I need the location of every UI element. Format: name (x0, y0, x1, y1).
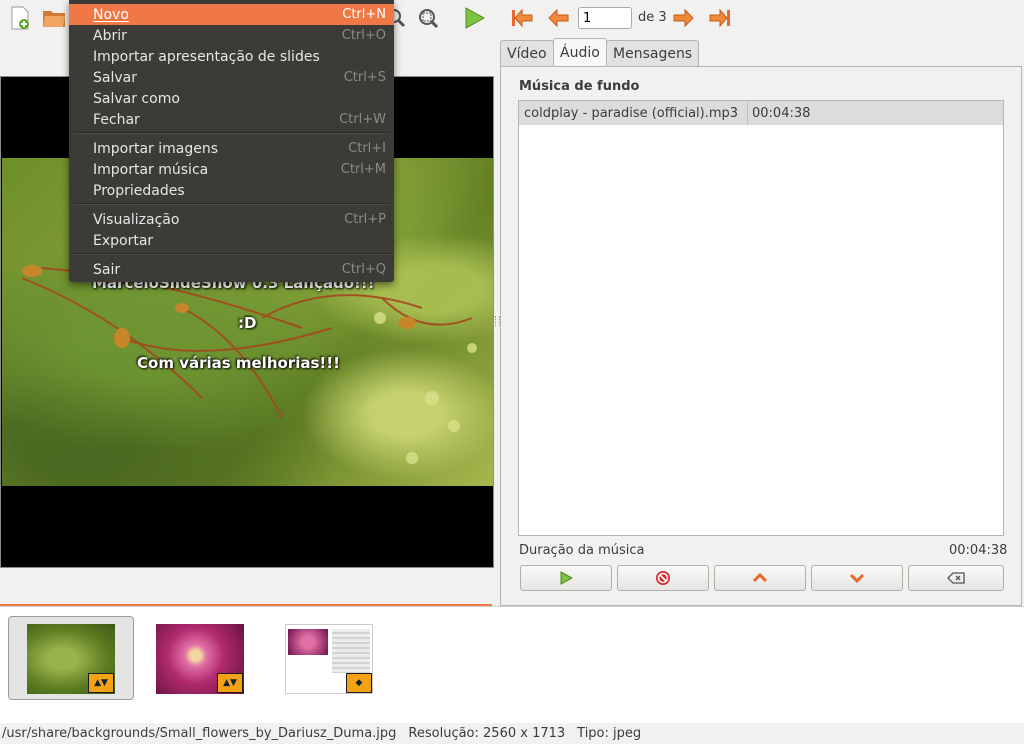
previous-slide-icon[interactable] (544, 4, 572, 32)
menu-item-preview[interactable]: Visualização Ctrl+P (69, 209, 394, 230)
slide-text-line-2: :D (238, 314, 257, 332)
last-slide-icon[interactable] (706, 4, 734, 32)
menu-label: Importar imagens (93, 140, 219, 157)
menu-label: Sair (93, 261, 121, 278)
tab-messages[interactable]: Mensagens (606, 40, 700, 66)
menu-item-novo[interactable]: Novo Ctrl+N (69, 4, 394, 25)
menu-accel: Ctrl+Q (341, 262, 386, 277)
transition-badge-icon: ▲▼ (88, 673, 114, 693)
menu-label: Importar apresentação de slides (93, 48, 320, 65)
music-list: coldplay - paradise (official).mp3 00:04… (518, 100, 1004, 536)
move-down-button[interactable] (811, 565, 903, 591)
chevron-up-icon (752, 572, 768, 583)
stop-music-button[interactable] (617, 565, 709, 591)
menu-item-fechar[interactable]: Fechar Ctrl+W (69, 109, 394, 130)
status-path: /usr/share/backgrounds/Small_flowers_by_… (2, 726, 397, 741)
track-duration: 00:04:38 (752, 105, 811, 121)
menu-accel: Ctrl+O (341, 28, 386, 43)
menu-accel: Ctrl+M (340, 162, 386, 177)
menu-item-properties[interactable]: Propriedades (69, 180, 394, 201)
menu-accel: Ctrl+I (348, 141, 386, 156)
play-music-button[interactable] (520, 565, 612, 591)
open-folder-icon[interactable] (40, 4, 68, 32)
new-file-icon[interactable] (6, 4, 34, 32)
menu-label: Propriedades (93, 182, 185, 199)
list-item[interactable]: coldplay - paradise (official).mp3 00:04… (519, 101, 1003, 125)
transition-badge-icon: ◆ (346, 673, 372, 693)
menu-label: Fechar (93, 111, 140, 128)
track-name: coldplay - paradise (official).mp3 (524, 105, 739, 121)
menu-item-salvar-como[interactable]: Salvar como (69, 88, 394, 109)
menu-item-export[interactable]: Exportar (69, 230, 394, 251)
status-type: Tipo: jpeg (577, 726, 642, 741)
column-divider (747, 101, 748, 125)
menu-label: Novo (93, 6, 129, 23)
tab-audio[interactable]: Áudio (553, 38, 607, 66)
move-up-button[interactable] (714, 565, 806, 591)
menu-item-import-images[interactable]: Importar imagens Ctrl+I (69, 138, 394, 159)
menu-label: Importar música (93, 161, 209, 178)
menu-accel: Ctrl+W (339, 112, 386, 127)
play-icon[interactable] (460, 4, 488, 32)
menu-separator (73, 132, 390, 134)
menu-accel: Ctrl+N (342, 7, 386, 22)
thumbnail-inner-image (288, 629, 328, 655)
menu-label: Salvar como (93, 90, 180, 107)
first-slide-icon[interactable] (508, 4, 536, 32)
tab-video[interactable]: Vídeo (500, 40, 554, 66)
menu-separator (73, 253, 390, 255)
background-music-title: Música de fundo (519, 79, 640, 94)
menu-label: Salvar (93, 69, 137, 86)
menu-item-abrir[interactable]: Abrir Ctrl+O (69, 25, 394, 46)
chevron-down-icon (849, 573, 865, 584)
menu-label: Abrir (93, 27, 127, 44)
menu-label: Visualização (93, 211, 180, 228)
menu-separator (73, 203, 390, 205)
thumbnail-strip (0, 606, 1024, 723)
transition-badge-icon: ▲▼ (217, 673, 243, 693)
status-bar: /usr/share/backgrounds/Small_flowers_by_… (0, 723, 1024, 744)
next-slide-icon[interactable] (670, 4, 698, 32)
remove-music-button[interactable] (908, 565, 1004, 591)
zoom-fit-icon[interactable] (414, 4, 442, 32)
page-count-label: de 3 (638, 10, 667, 25)
page-number-input[interactable] (578, 7, 632, 29)
menu-item-quit[interactable]: Sair Ctrl+Q (69, 259, 394, 280)
menu-item-salvar[interactable]: Salvar Ctrl+S (69, 67, 394, 88)
slide-text-line-3: Com várias melhorias!!! (137, 354, 340, 372)
menu-item-import-music[interactable]: Importar música Ctrl+M (69, 159, 394, 180)
menu-accel: Ctrl+P (344, 212, 386, 227)
status-resolution: Resolução: 2560 x 1713 (408, 726, 566, 741)
menu-item-import-slideshow[interactable]: Importar apresentação de slides (69, 46, 394, 67)
backspace-icon (947, 572, 965, 584)
file-menu: Novo Ctrl+N Abrir Ctrl+O Importar aprese… (69, 0, 394, 282)
music-duration-value: 00:04:38 (949, 543, 1008, 558)
menu-accel: Ctrl+S (343, 70, 386, 85)
music-duration-label: Duração da música (519, 543, 645, 558)
menu-label: Exportar (93, 232, 154, 249)
thumbnail-inner-panel (332, 629, 370, 673)
play-icon (560, 571, 573, 585)
stop-icon (656, 571, 670, 585)
